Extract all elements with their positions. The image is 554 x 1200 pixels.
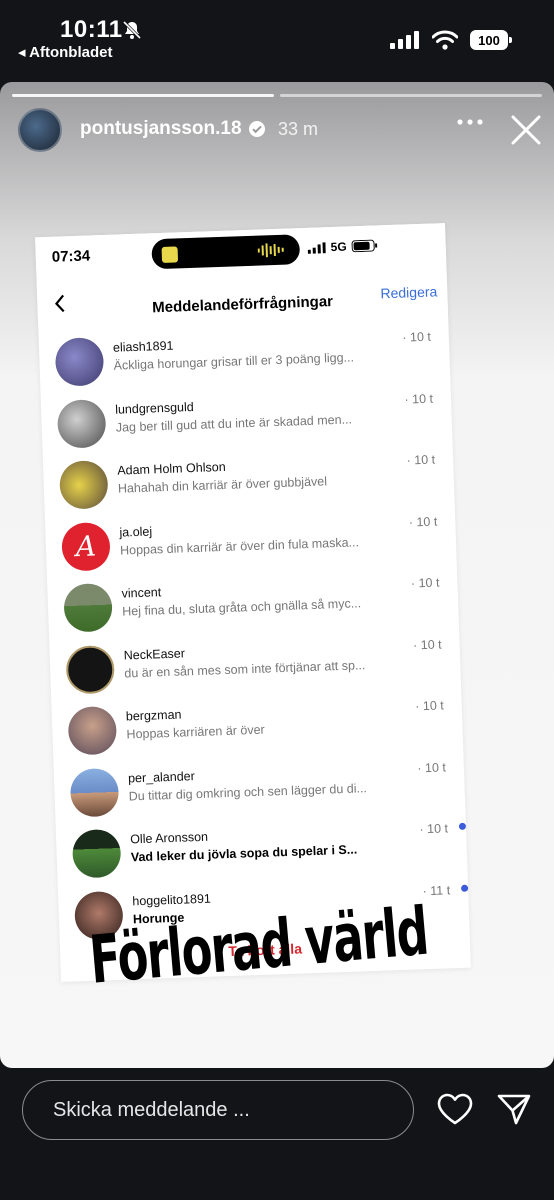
story-card[interactable]: pontusjansson.18 33 m 07:34 5G Meddeland… xyxy=(0,82,554,1068)
back-to-app-link[interactable]: ◂ Aftonbladet xyxy=(18,43,112,61)
message-time: · 10 t xyxy=(412,636,442,652)
avatar xyxy=(65,644,116,695)
signal-icon xyxy=(390,31,419,49)
avatar xyxy=(56,398,107,449)
message-time: · 10 t xyxy=(414,698,444,714)
story-author-username[interactable]: pontusjansson.18 xyxy=(80,118,242,140)
avatar xyxy=(71,828,122,879)
sender-name: vincent xyxy=(121,585,162,601)
unread-dot xyxy=(460,884,469,892)
message-preview: Jag ber till gud att du inte är skadad m… xyxy=(115,411,353,435)
edit-button[interactable]: Redigera xyxy=(380,283,437,301)
message-preview: Hoppas din karriär är över din fula mask… xyxy=(119,534,360,558)
heart-icon[interactable] xyxy=(436,1092,474,1126)
send-message-input[interactable] xyxy=(22,1080,414,1140)
status-icons: 100 xyxy=(390,30,512,50)
avatar xyxy=(67,705,118,756)
avatar xyxy=(58,460,109,510)
bell-muted-icon xyxy=(122,20,142,40)
sender-name: Adam Holm Ohlson xyxy=(117,459,226,478)
message-preview: du är en sån mes som inte förtjänar att … xyxy=(124,657,366,681)
message-time: · 10 t xyxy=(406,452,436,468)
message-preview: Hoppas karriären är över xyxy=(126,722,265,742)
unread-dot xyxy=(458,822,467,830)
dynamic-island xyxy=(151,234,301,270)
screenshot-signal-icon xyxy=(307,241,326,254)
verified-badge-icon xyxy=(249,121,265,137)
message-time: · 10 t xyxy=(402,329,432,345)
message-preview: Äckliga horungar grisar till er 3 poäng … xyxy=(113,350,355,373)
message-preview: Hej fina du, sluta gråta och gnälla så m… xyxy=(121,596,362,619)
avatar xyxy=(54,337,105,387)
sender-name: Olle Aronsson xyxy=(129,829,209,847)
message-time: · 10 t xyxy=(419,821,449,837)
send-icon[interactable] xyxy=(496,1092,532,1126)
story-reply-bar xyxy=(0,1068,554,1200)
message-time: · 10 t xyxy=(404,391,434,407)
close-icon[interactable] xyxy=(508,112,544,148)
message-preview: Vad leker du jövla sopa du spelar i S... xyxy=(130,842,358,865)
story-progress-segment xyxy=(12,94,274,97)
wifi-icon xyxy=(432,30,458,50)
screenshot-battery-icon xyxy=(351,239,378,253)
story-author-avatar[interactable] xyxy=(18,108,62,152)
sender-name: bergzman xyxy=(125,707,182,724)
sender-name: hoggelito1891 xyxy=(132,891,212,908)
shared-screenshot: 07:34 5G Meddelandeförfrågningar Rediger… xyxy=(35,223,471,982)
audio-wave-icon xyxy=(257,243,284,258)
screenshot-status-icons: 5G xyxy=(307,238,378,255)
sender-name: per_alander xyxy=(127,768,195,785)
screenshot-clock: 07:34 xyxy=(51,247,91,266)
battery-level: 100 xyxy=(478,32,500,48)
message-preview: Hahahah din karriär är över gubbjävel xyxy=(117,474,328,496)
story-time-ago: 33 m xyxy=(278,119,319,139)
system-status-bar: 10:11 ◂ Aftonbladet 100 xyxy=(0,0,554,80)
message-time: · 10 t xyxy=(408,514,438,530)
sender-name: NeckEaser xyxy=(123,645,186,663)
clock: 10:11 xyxy=(60,16,123,43)
message-request-list: eliash1891 Äckliga horungar grisar till … xyxy=(38,319,469,948)
message-preview: Du tittar dig omkring och sen lägger du … xyxy=(128,780,368,803)
sender-name: lundgrensguld xyxy=(114,399,194,417)
sender-name: eliash1891 xyxy=(112,338,174,355)
message-time: · 10 t xyxy=(410,575,440,591)
sender-name: ja.olej xyxy=(119,523,153,540)
avatar xyxy=(69,767,120,817)
screenshot-header: Meddelandeförfrågningar Redigera xyxy=(36,267,448,326)
battery-indicator: 100 xyxy=(470,30,512,50)
more-options-icon[interactable] xyxy=(456,112,484,132)
network-label: 5G xyxy=(330,239,347,255)
avatar xyxy=(63,582,113,633)
avatar: A xyxy=(61,521,111,572)
message-time: · 11 t xyxy=(422,882,451,898)
message-time: · 10 t xyxy=(417,759,447,775)
story-progress-segment xyxy=(280,94,542,97)
app-activity-icon xyxy=(161,246,179,263)
